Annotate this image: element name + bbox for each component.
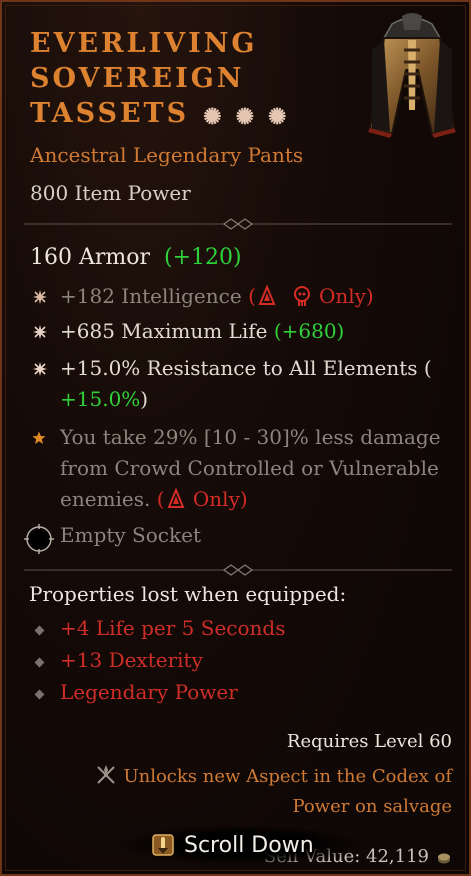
aspect-line-3-text: enemies. — [60, 487, 151, 511]
affix-text-line-1: +15.0% Resistance to All Elements ( — [60, 356, 432, 380]
title-line-3: Tassets — [30, 98, 190, 129]
affix-star-icon — [33, 290, 47, 304]
class-restriction: ( Only) — [248, 284, 374, 308]
title-line-2: Sovereign — [30, 63, 245, 94]
gold-coin-icon — [438, 853, 450, 864]
unlock-line-1-row: Unlocks new Aspect in the Codex of — [92, 762, 452, 792]
item-title: Everliving Sovereign Tassets ✺ ✺ ✺ — [30, 26, 286, 133]
diamond-bullet-icon — [34, 689, 45, 700]
restriction-close: Only) — [312, 284, 374, 308]
armor-stat: 160 Armor (+120) — [30, 245, 242, 270]
title-line-1: Everliving — [30, 28, 258, 59]
required-level: Requires Level 60 — [286, 731, 452, 752]
socket-label: Empty Socket — [60, 523, 201, 547]
restriction-open: ( — [150, 487, 165, 511]
title-line-3-row: Tassets ✺ ✺ ✺ — [30, 96, 286, 133]
item-power: 800 Item Power — [30, 181, 191, 205]
lost-property: Legendary Power — [60, 680, 238, 704]
affix-resistance: +15.0% Resistance to All Elements ( +15.… — [60, 353, 432, 415]
scroll-down-label: Scroll Down — [184, 832, 314, 858]
class-restriction: ( Only) — [150, 487, 248, 511]
lost-properties-heading: Properties lost when equipped: — [29, 582, 347, 606]
codex-unlock-note: Unlocks new Aspect in the Codex of Power… — [92, 762, 452, 822]
legendary-aspect: You take 29% [10 - 30]% less damage from… — [60, 422, 441, 515]
aspect-line-1: You take 29% [10 - 30]% less damage — [60, 425, 441, 449]
pants-item-icon — [368, 13, 456, 138]
diamond-bullet-icon — [34, 625, 45, 636]
affix-bonus: +15.0% — [60, 387, 141, 411]
necromancer-class-icon — [293, 286, 310, 306]
affix-bonus: (+680) — [273, 319, 345, 343]
six-point-star-icon: ✺ — [203, 104, 222, 130]
legendary-star-icon — [32, 431, 46, 444]
sorcerer-class-icon — [167, 487, 185, 508]
restriction-close: Only) — [186, 487, 248, 511]
armor-value: 160 Armor — [30, 245, 151, 270]
lost-property: +13 Dexterity — [60, 648, 203, 672]
affix-star-icon — [33, 362, 47, 376]
six-point-star-icon: ✺ — [268, 104, 287, 130]
six-point-star-icon: ✺ — [235, 104, 255, 130]
item-tooltip: Everliving Sovereign Tassets ✺ ✺ ✺ Ancestra… — [0, 0, 471, 876]
lost-property: +4 Life per 5 Seconds — [60, 616, 286, 640]
diamond-bullet-icon — [34, 657, 45, 668]
item-type: Ancestral Legendary Pants — [30, 143, 304, 167]
affix-maximum-life: +685 Maximum Life (+680) — [60, 316, 344, 347]
affix-text-line-2: +15.0%) — [60, 384, 432, 415]
aspect-line-2: from Crowd Controlled or Vulnerable — [60, 456, 439, 480]
affix-close: ) — [140, 387, 149, 411]
scroll-down-button[interactable]: Scroll Down — [150, 828, 314, 862]
sorcerer-class-icon — [258, 284, 276, 305]
scroll-key-icon — [152, 834, 174, 856]
unlock-line-1: Unlocks new Aspect in the Codex of — [123, 766, 452, 787]
unlock-line-2: Power on salvage — [292, 796, 452, 817]
restriction-open: ( — [248, 284, 256, 308]
empty-socket-icon — [24, 524, 54, 554]
section-divider — [24, 564, 452, 576]
affix-text: +182 Intelligence — [60, 284, 242, 308]
aspect-line-3: enemies. ( Only) — [60, 484, 441, 515]
affix-star-icon — [33, 325, 47, 339]
salvage-icon — [97, 765, 116, 784]
section-divider — [24, 218, 452, 230]
armor-bonus: (+120) — [164, 245, 242, 270]
affix-intelligence: +182 Intelligence ( Only) — [60, 281, 374, 312]
affix-text: +685 Maximum Life — [60, 319, 274, 343]
